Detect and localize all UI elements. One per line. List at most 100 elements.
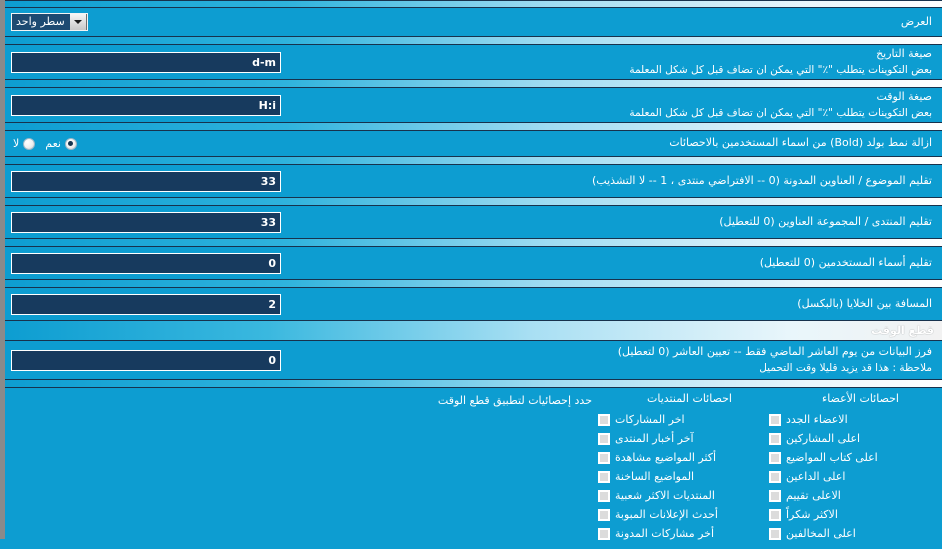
checkbox-most-thanked[interactable] xyxy=(769,508,781,521)
row-cell-spacing: المسافة بين الخلايا (بالبكسل) xyxy=(5,288,942,320)
display-mode-select[interactable]: سطر واحد xyxy=(11,13,88,31)
radio-yes-label: نعم xyxy=(45,137,61,150)
checkbox-label: آخر أخبار المنتدى xyxy=(615,432,694,445)
row-date-format-control xyxy=(11,51,281,73)
separator-6 xyxy=(5,238,942,247)
checkbox-top-posters[interactable] xyxy=(769,432,781,445)
checkbox-label: أخر مشاركات المدونة xyxy=(615,527,715,540)
time-cutoff-input[interactable] xyxy=(11,349,281,371)
row-date-format-label: صيغة التاريخ xyxy=(876,46,932,60)
trim-forum-input[interactable] xyxy=(11,211,281,233)
checkbox-new-members[interactable] xyxy=(769,413,781,426)
row-time-format-desc: بعض التكوينات يتطلب "٪" التي يمكن ان تضا… xyxy=(629,106,932,119)
section-title-time-cut: قطع الوقت xyxy=(871,324,934,337)
checkbox-top-rated[interactable] xyxy=(769,489,781,502)
checkbox-latest-blog-posts[interactable] xyxy=(598,527,610,540)
stats-column-members: احصائات الأعضاء الاعضاء الجدد اعلى المشا… xyxy=(763,392,934,543)
row-date-format-labels: صيغة التاريخ بعض التكوينات يتطلب "٪" الت… xyxy=(281,47,934,77)
stats-selector-area: احصائات الأعضاء الاعضاء الجدد اعلى المشا… xyxy=(5,388,942,549)
row-trim-forum-control xyxy=(11,211,281,233)
checkbox-row[interactable]: الاعضاء الجدد xyxy=(769,410,934,429)
date-format-input[interactable] xyxy=(11,51,281,73)
stats-column-members-header: احصائات الأعضاء xyxy=(822,392,899,405)
checkbox-row[interactable]: المنتديات الاكثر شعبية xyxy=(598,486,763,505)
checkbox-row[interactable]: الاكثر شكراً xyxy=(769,505,934,524)
row-time-cutoff-desc: ملاحظة : هذا قد يزيد قليلا وقت التحميل xyxy=(759,361,932,374)
row-cell-spacing-control xyxy=(11,293,281,315)
checkbox-most-viewed-topics[interactable] xyxy=(598,451,610,464)
checkbox-hot-topics[interactable] xyxy=(598,470,610,483)
stats-column-forums-header: احصائات المنتديات xyxy=(647,392,732,405)
row-remove-bold-label: ازالة نمط بولد (Bold) من اسماء المستخدمي… xyxy=(669,136,932,150)
checkbox-label: اعلى الداعين xyxy=(786,470,846,483)
row-cell-spacing-labels: المسافة بين الخلايا (بالبكسل) xyxy=(281,297,934,312)
checkbox-latest-classifieds[interactable] xyxy=(598,508,610,521)
display-mode-selected-value: سطر واحد xyxy=(12,14,70,30)
row-time-cutoff: فرز البيانات من يوم العاشر الماضي فقط --… xyxy=(5,341,942,379)
checkbox-top-referrers[interactable] xyxy=(769,470,781,483)
separator-7 xyxy=(5,279,942,288)
checkbox-label: اعلى كتاب المواضيع xyxy=(786,451,878,464)
radio-option-no[interactable]: لا xyxy=(13,137,36,150)
checkbox-latest-posts[interactable] xyxy=(598,413,610,426)
checkbox-row[interactable]: أخر مشاركات المدونة xyxy=(598,524,763,543)
stats-column-forums: احصائات المنتديات اخر المشاركات آخر أخبا… xyxy=(592,392,763,543)
checkbox-row[interactable]: أكثر المواضيع مشاهدة xyxy=(598,448,763,467)
checkbox-row[interactable]: اعلى المخالفين xyxy=(769,524,934,543)
checkbox-label: المواضيع الساخنة xyxy=(615,470,695,483)
checkbox-row[interactable]: آخر أخبار المنتدى xyxy=(598,429,763,448)
checkbox-label: الاعضاء الجدد xyxy=(786,413,848,426)
checkbox-latest-forum-news[interactable] xyxy=(598,432,610,445)
separator-2 xyxy=(5,79,942,88)
row-time-format-label: صيغة الوقت xyxy=(876,89,932,103)
checkbox-most-popular-forums[interactable] xyxy=(598,489,610,502)
checkbox-top-thread-starters[interactable] xyxy=(769,451,781,464)
checkbox-label: اخر المشاركات xyxy=(615,413,685,426)
row-time-format-labels: صيغة الوقت بعض التكوينات يتطلب "٪" التي … xyxy=(281,90,934,120)
time-format-input[interactable] xyxy=(11,94,281,116)
row-display-label: العرض xyxy=(900,14,932,28)
separator-1 xyxy=(5,36,942,45)
separator-8 xyxy=(5,379,942,388)
checkbox-row[interactable]: المواضيع الساخنة xyxy=(598,467,763,486)
checkbox-label: أحدث الإعلانات المبوبة xyxy=(615,508,718,521)
checkbox-label: اعلى المخالفين xyxy=(786,527,856,540)
separator-3 xyxy=(5,122,942,131)
row-time-cutoff-control xyxy=(11,349,281,371)
separator-5 xyxy=(5,197,942,206)
row-trim-forum: تقليم المنتدى / المجموعة العناوين (0 للت… xyxy=(5,206,942,238)
checkbox-row[interactable]: اعلى المشاركين xyxy=(769,429,934,448)
row-remove-bold: ازالة نمط بولد (Bold) من اسماء المستخدمي… xyxy=(5,131,942,156)
radio-no-label: لا xyxy=(13,137,20,150)
stats-selector-label: حدد إحصائيات لتطبيق قطع الوقت xyxy=(437,394,592,407)
checkbox-row[interactable]: اخر المشاركات xyxy=(598,410,763,429)
row-display-control: سطر واحد xyxy=(11,13,88,31)
separator-4 xyxy=(5,156,942,165)
radio-yes-indicator[interactable] xyxy=(64,137,77,150)
checkbox-row[interactable]: اعلى الداعين xyxy=(769,467,934,486)
row-date-format: صيغة التاريخ بعض التكوينات يتطلب "٪" الت… xyxy=(5,45,942,79)
row-remove-bold-labels: ازالة نمط بولد (Bold) من اسماء المستخدمي… xyxy=(77,136,934,151)
checkbox-row[interactable]: الاعلى تقييم xyxy=(769,486,934,505)
row-date-format-desc: بعض التكوينات يتطلب "٪" التي يمكن ان تضا… xyxy=(629,63,932,76)
row-time-format: صيغة الوقت بعض التكوينات يتطلب "٪" التي … xyxy=(5,88,942,122)
checkbox-label: المنتديات الاكثر شعبية xyxy=(615,489,715,502)
trim-topic-input[interactable] xyxy=(11,170,281,192)
cell-spacing-input[interactable] xyxy=(11,293,281,315)
row-trim-forum-labels: تقليم المنتدى / المجموعة العناوين (0 للت… xyxy=(281,215,934,230)
row-cell-spacing-label: المسافة بين الخلايا (بالبكسل) xyxy=(797,296,932,310)
row-trim-username-control xyxy=(11,252,281,274)
row-trim-topic-control xyxy=(11,170,281,192)
separator-top xyxy=(5,0,942,8)
checkbox-row[interactable]: أحدث الإعلانات المبوبة xyxy=(598,505,763,524)
trim-username-input[interactable] xyxy=(11,252,281,274)
row-trim-topic-labels: تقليم الموضوع / العناوين المدونة (0 -- ا… xyxy=(281,174,934,189)
checkbox-top-violators[interactable] xyxy=(769,527,781,540)
checkbox-row[interactable]: اعلى كتاب المواضيع xyxy=(769,448,934,467)
radio-no-indicator[interactable] xyxy=(23,137,36,150)
section-header-time-cut: قطع الوقت xyxy=(5,320,942,341)
row-time-cutoff-labels: فرز البيانات من يوم العاشر الماضي فقط --… xyxy=(281,345,934,375)
radio-option-yes[interactable]: نعم xyxy=(45,137,77,150)
chevron-down-icon[interactable] xyxy=(69,14,87,30)
row-trim-username-label: تقليم أسماء المستخدمين (0 للتعطيل) xyxy=(759,255,932,269)
